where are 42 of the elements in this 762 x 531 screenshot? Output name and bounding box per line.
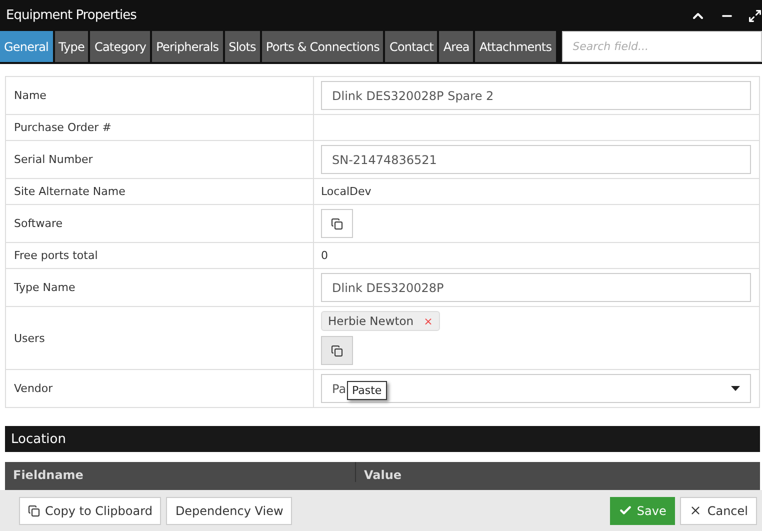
tab[interactable]: Peripherals xyxy=(152,31,225,62)
tab[interactable]: Attachments xyxy=(475,31,558,62)
section-header: Location xyxy=(5,426,760,452)
close-icon xyxy=(689,504,702,517)
paste-button[interactable] xyxy=(321,336,353,365)
paste-button[interactable] xyxy=(321,209,353,238)
copy-icon xyxy=(331,344,343,356)
field-label: Users xyxy=(14,332,45,344)
tab[interactable]: Category xyxy=(90,31,152,62)
tab[interactable]: Contact xyxy=(385,31,440,62)
column-header: Fieldname xyxy=(12,467,84,482)
copy-icon xyxy=(28,504,40,516)
copy-button[interactable]: Copy to Clipboard xyxy=(19,496,162,524)
field-label: Type Name xyxy=(14,281,76,294)
tab[interactable]: Area xyxy=(439,31,476,62)
maximize-icon[interactable] xyxy=(748,8,762,22)
dependency-button[interactable]: Dependency View xyxy=(166,496,292,524)
check-icon xyxy=(618,504,632,517)
tab[interactable]: Type xyxy=(54,31,90,62)
tab[interactable]: Slots xyxy=(224,31,262,62)
field-label: Vendor xyxy=(14,382,53,395)
input-field[interactable]: Dlink DES320028P Spare 2 xyxy=(321,81,751,110)
window-title: Equipment Properties xyxy=(6,8,138,23)
cancel-button[interactable]: Cancel xyxy=(680,496,757,524)
field-label: Purchase Order # xyxy=(14,121,112,134)
field-label: Software xyxy=(14,217,62,230)
search-field[interactable]: Search field... xyxy=(562,31,762,62)
column-header: Value xyxy=(355,462,760,482)
input-field[interactable]: SN-21474836521 xyxy=(321,145,751,174)
caret-icon xyxy=(731,386,740,391)
tooltip: Paste xyxy=(347,381,387,400)
user-name: Herbie Newton xyxy=(328,314,414,328)
field-label: Free ports total xyxy=(14,249,98,262)
field-value: 0 xyxy=(321,249,328,262)
tab[interactable]: Ports & Connections xyxy=(262,31,386,62)
field-label: Site Alternate Name xyxy=(14,185,126,198)
input-field[interactable]: Dlink DES320028P xyxy=(321,273,751,302)
field-label: Name xyxy=(14,89,46,102)
copy-icon xyxy=(331,218,343,230)
tab[interactable]: General xyxy=(0,31,54,62)
field-value: LocalDev xyxy=(321,185,372,198)
field-label: Serial Number xyxy=(14,153,93,166)
